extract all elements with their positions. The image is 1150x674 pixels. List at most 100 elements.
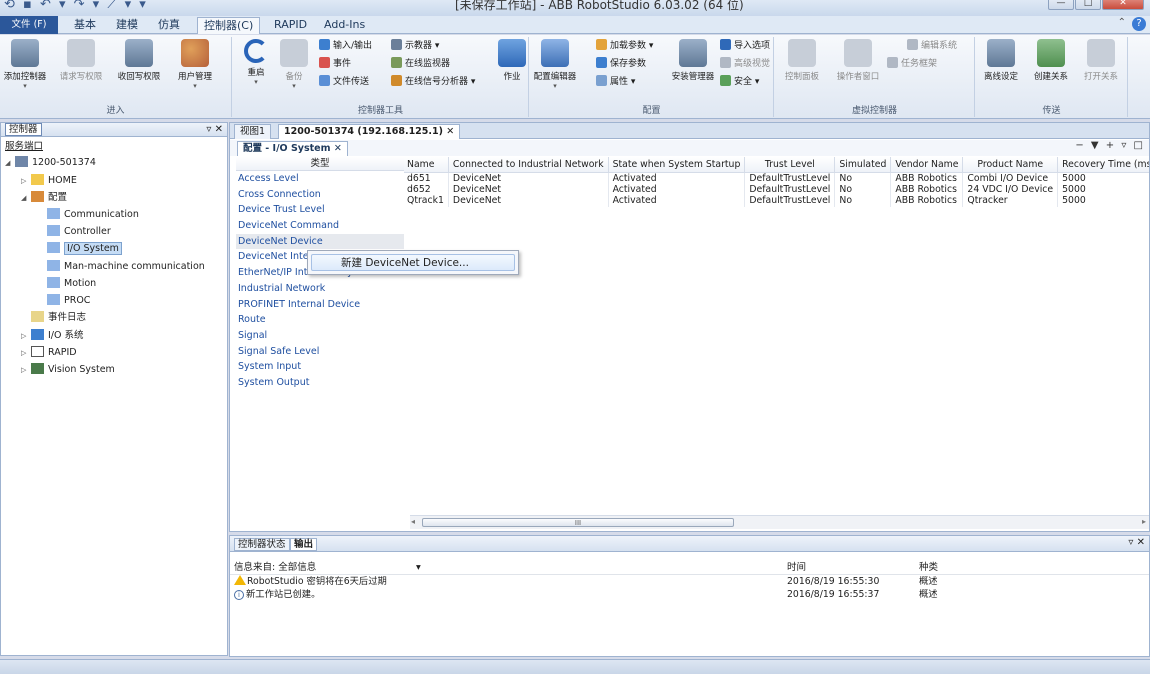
tab-view1[interactable]: 视图1 bbox=[234, 124, 272, 139]
tab-file[interactable]: 文件 (F) bbox=[0, 16, 58, 34]
import-options-button[interactable]: 导入选项 bbox=[720, 39, 770, 53]
offline-setup-button[interactable]: 离线设定 bbox=[978, 39, 1024, 82]
quick-access-toolbar[interactable]: ⟲ ▪ ↶ ▾ ↷ ▾ ⟋ ▾ ▾ bbox=[4, 0, 148, 12]
column-header[interactable]: Recovery Time (ms) bbox=[1057, 157, 1149, 173]
panel-pin-close[interactable]: ▿ ✕ bbox=[206, 123, 223, 136]
tree-node-controller[interactable]: ◢ 1200-501374 bbox=[5, 155, 96, 171]
output-message-row[interactable]: i 新工作站已创建。 2016/8/19 16:55:37 概述 bbox=[230, 588, 1149, 601]
file-transfer-button[interactable]: 文件传送 bbox=[319, 75, 369, 89]
column-header[interactable]: Name bbox=[404, 157, 449, 173]
scroll-left-icon[interactable]: ◂ bbox=[411, 517, 415, 526]
table-row[interactable]: d651 DeviceNet Activated DefaultTrustLev… bbox=[404, 172, 1149, 184]
type-item-selected[interactable]: DeviceNet Device bbox=[236, 233, 404, 250]
type-item[interactable]: Industrial Network bbox=[236, 281, 404, 297]
event-button[interactable]: 事件 bbox=[319, 57, 351, 71]
tab-rapid[interactable]: RAPID bbox=[268, 17, 313, 34]
config-editor-button[interactable]: 配置编辑器 ▾ bbox=[532, 39, 578, 90]
tree-node-vision-system[interactable]: ▷ Vision System bbox=[21, 362, 115, 378]
tree-node-event-log[interactable]: 事件日志 bbox=[21, 310, 86, 326]
type-item[interactable]: DeviceNet Command bbox=[236, 218, 404, 234]
panel-pin-close[interactable]: ▿ ✕ bbox=[1128, 537, 1145, 548]
backup-button[interactable]: 备份 ▾ bbox=[271, 39, 317, 90]
close-button[interactable]: ✕ bbox=[1102, 0, 1144, 10]
save-parameters-button[interactable]: 保存参数 bbox=[596, 57, 646, 71]
tree-node-io-signals[interactable]: ▷ I/O 系统 bbox=[21, 328, 84, 344]
column-header[interactable]: Trust Level bbox=[744, 157, 836, 173]
collapse-ribbon-icon[interactable]: ⌃ bbox=[1118, 17, 1126, 28]
tree-node-configuration[interactable]: ◢ 配置 bbox=[21, 190, 67, 206]
safety-button[interactable]: 安全 ▾ bbox=[720, 75, 759, 89]
vision-icon bbox=[720, 57, 731, 68]
request-write-button[interactable]: 请求写权限 bbox=[58, 39, 104, 82]
online-monitor-button[interactable]: 在线监视器 bbox=[391, 57, 450, 71]
column-header[interactable]: Product Name bbox=[962, 157, 1059, 173]
type-item[interactable]: Signal bbox=[236, 328, 404, 344]
tree-node-man-machine[interactable]: Man-machine communication bbox=[47, 259, 205, 275]
maximize-button[interactable]: □ bbox=[1075, 0, 1101, 10]
tab-controller[interactable]: 控制器(C) bbox=[197, 17, 261, 34]
tree-node-controller-config[interactable]: Controller bbox=[47, 224, 111, 240]
type-item[interactable]: Device Trust Level bbox=[236, 202, 404, 218]
time-column-header[interactable]: 时间 bbox=[787, 560, 806, 575]
installation-manager-button[interactable]: 安装管理器 bbox=[670, 39, 716, 82]
load-parameters-button[interactable]: 加载参数 ▾ bbox=[596, 39, 653, 53]
type-column-header[interactable]: 种类 bbox=[919, 560, 938, 575]
type-item[interactable]: PROFINET Internal Device bbox=[236, 297, 404, 313]
type-item[interactable]: Access Level bbox=[236, 171, 404, 187]
task-frames-button[interactable]: 任务框架 bbox=[887, 57, 937, 71]
job-button[interactable]: 作业 bbox=[489, 39, 535, 82]
column-header[interactable]: Simulated bbox=[834, 157, 892, 173]
tab-controller-status[interactable]: 控制器状态 bbox=[234, 538, 290, 551]
horizontal-scrollbar[interactable]: ◂ III ▸ bbox=[410, 515, 1149, 529]
tab-modeling[interactable]: 建模 bbox=[110, 17, 144, 34]
type-item[interactable]: Route bbox=[236, 312, 404, 328]
close-icon[interactable]: ✕ bbox=[446, 126, 454, 137]
tab-controller-panel[interactable]: 控制器 bbox=[5, 123, 42, 136]
scroll-right-icon[interactable]: ▸ bbox=[1142, 517, 1146, 526]
message-filter[interactable]: 信息来自: 全部信息 ▾ bbox=[234, 560, 421, 575]
minimize-button[interactable]: — bbox=[1048, 0, 1074, 10]
column-header[interactable]: State when System Startup bbox=[608, 157, 746, 173]
tree-node-home[interactable]: ▷ HOME bbox=[21, 173, 77, 189]
release-write-button[interactable]: 收回写权限 bbox=[116, 39, 162, 82]
advanced-vision-button[interactable]: 高级视觉 bbox=[720, 57, 770, 71]
properties-button[interactable]: 属性 ▾ bbox=[596, 75, 635, 89]
table-row[interactable]: Qtrack1 DeviceNet Activated DefaultTrust… bbox=[404, 195, 1149, 207]
column-header[interactable]: Vendor Name bbox=[890, 157, 964, 173]
tab-output[interactable]: 输出 bbox=[290, 538, 318, 551]
tab-config-io-system[interactable]: 配置 - I/O System ✕ bbox=[237, 141, 348, 156]
menu-item-new-devicenet-device[interactable]: 新建 DeviceNet Device... bbox=[311, 254, 515, 271]
tree-node-motion[interactable]: Motion bbox=[47, 276, 96, 292]
io-button[interactable]: 输入/输出 bbox=[319, 39, 372, 53]
tree-node-service-port[interactable]: 服务端口 bbox=[5, 139, 43, 155]
tab-simulation[interactable]: 仿真 bbox=[152, 17, 186, 34]
tree-node-io-system[interactable]: I/O System bbox=[47, 241, 122, 257]
signal-analyzer-button[interactable]: 在线信号分析器 ▾ bbox=[391, 75, 475, 89]
close-icon[interactable]: ✕ bbox=[334, 143, 342, 154]
create-relation-button[interactable]: 创建关系 bbox=[1028, 39, 1074, 82]
open-relation-button[interactable]: 打开关系 bbox=[1078, 39, 1124, 82]
control-panel-button[interactable]: 控制面板 bbox=[779, 39, 825, 82]
output-message-row[interactable]: RobotStudio 密钥将在6天后过期 2016/8/19 16:55:30… bbox=[230, 575, 1149, 588]
view-tools[interactable]: − ▼ + ▿ □ bbox=[1075, 140, 1145, 151]
type-item[interactable]: System Input bbox=[236, 359, 404, 375]
help-icon[interactable]: ? bbox=[1132, 17, 1146, 31]
tree-node-rapid[interactable]: ▷ RAPID bbox=[21, 345, 77, 361]
table-row[interactable]: d652 DeviceNet Activated DefaultTrustLev… bbox=[404, 183, 1149, 195]
tab-controller-doc[interactable]: 1200-501374 (192.168.125.1) ✕ bbox=[278, 124, 461, 139]
flexpendant-button[interactable]: 示教器 ▾ bbox=[391, 39, 439, 53]
scroll-thumb[interactable]: III bbox=[422, 518, 734, 527]
tree-node-communication[interactable]: Communication bbox=[47, 207, 139, 223]
tree-node-proc[interactable]: PROC bbox=[47, 293, 90, 309]
add-controller-button[interactable]: 添加控制器 ▾ bbox=[2, 39, 48, 90]
user-management-button[interactable]: 用户管理 ▾ bbox=[172, 39, 218, 90]
type-item[interactable]: System Output bbox=[236, 375, 404, 391]
type-item[interactable]: Signal Safe Level bbox=[236, 344, 404, 360]
type-item[interactable]: Cross Connection bbox=[236, 187, 404, 203]
tab-home[interactable]: 基本 bbox=[68, 17, 102, 34]
edit-system-button[interactable]: 编辑系统 bbox=[907, 39, 957, 53]
tab-addins[interactable]: Add-Ins bbox=[318, 17, 371, 34]
column-header[interactable]: Connected to Industrial Network bbox=[448, 157, 609, 173]
type-column-header[interactable]: 类型 bbox=[236, 157, 404, 171]
operator-window-button[interactable]: 操作者窗口 bbox=[835, 39, 881, 82]
